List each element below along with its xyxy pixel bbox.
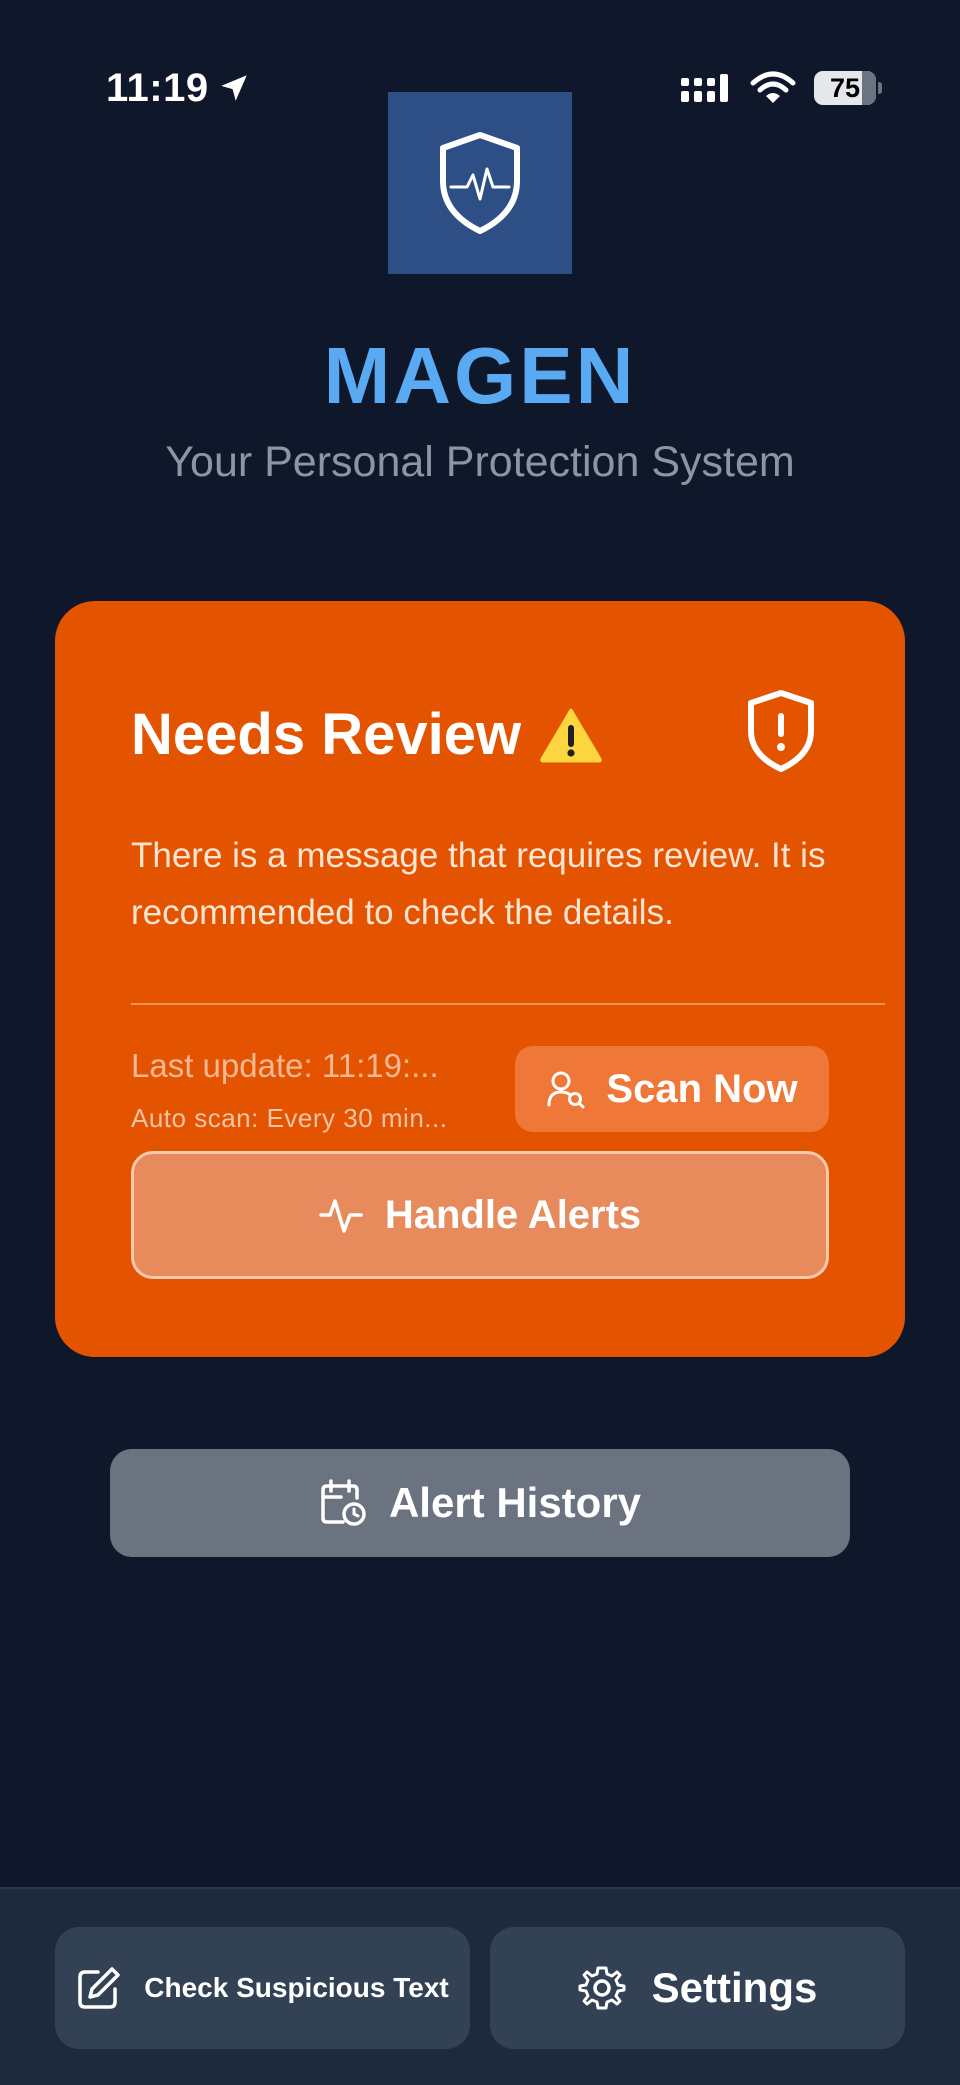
settings-label: Settings — [651, 1964, 818, 2011]
activity-icon — [319, 1193, 363, 1237]
shield-heartbeat-icon — [437, 131, 523, 235]
shield-alert-icon — [745, 689, 817, 773]
alert-history-button[interactable]: Alert History — [110, 1449, 850, 1557]
settings-button[interactable]: Settings — [490, 1927, 905, 2049]
status-right: 75 — [680, 71, 882, 105]
edit-icon — [76, 1965, 122, 2011]
battery-icon: 75 — [814, 71, 882, 105]
gear-icon — [578, 1964, 626, 2012]
app-logo — [388, 92, 572, 274]
calendar-clock-icon — [319, 1478, 367, 1528]
home-screen: 11:19 75 MAGEN Your Personal Protection … — [0, 0, 960, 2085]
handle-alerts-label: Handle Alerts — [384, 1192, 642, 1237]
bottom-bar: Check Suspicious Text Settings — [0, 1887, 960, 2085]
auto-scan-text: Auto scan: Every 30 min... — [131, 1103, 448, 1133]
status-title: Needs Review — [131, 701, 603, 768]
card-divider — [131, 1003, 885, 1005]
wifi-icon — [750, 71, 796, 105]
check-suspicious-text-label: Check Suspicious Text — [144, 1972, 449, 2003]
warning-icon — [539, 707, 603, 763]
cellular-signal-icon — [680, 72, 732, 104]
battery-body: 75 — [814, 71, 876, 105]
handle-alerts-button[interactable]: Handle Alerts — [131, 1151, 829, 1279]
battery-level: 75 — [829, 72, 861, 103]
last-update-text: Last update: 11:19:... — [131, 1047, 439, 1084]
scan-now-label: Scan Now — [606, 1066, 798, 1111]
status-card: Needs Review There is a message that req… — [55, 601, 905, 1357]
alert-history-label: Alert History — [388, 1479, 642, 1526]
location-arrow-icon — [217, 71, 251, 105]
status-left: 11:19 — [106, 66, 251, 111]
check-suspicious-text-button[interactable]: Check Suspicious Text — [55, 1927, 470, 2049]
scan-now-button[interactable]: Scan Now — [515, 1046, 829, 1132]
status-description: There is a message that requires review.… — [131, 836, 826, 932]
status-time: 11:19 — [106, 65, 209, 110]
user-search-icon — [546, 1069, 586, 1109]
status-title-text: Needs Review — [131, 702, 522, 767]
app-subtitle: Your Personal Protection System — [165, 438, 795, 486]
app-title: MAGEN — [323, 331, 637, 420]
